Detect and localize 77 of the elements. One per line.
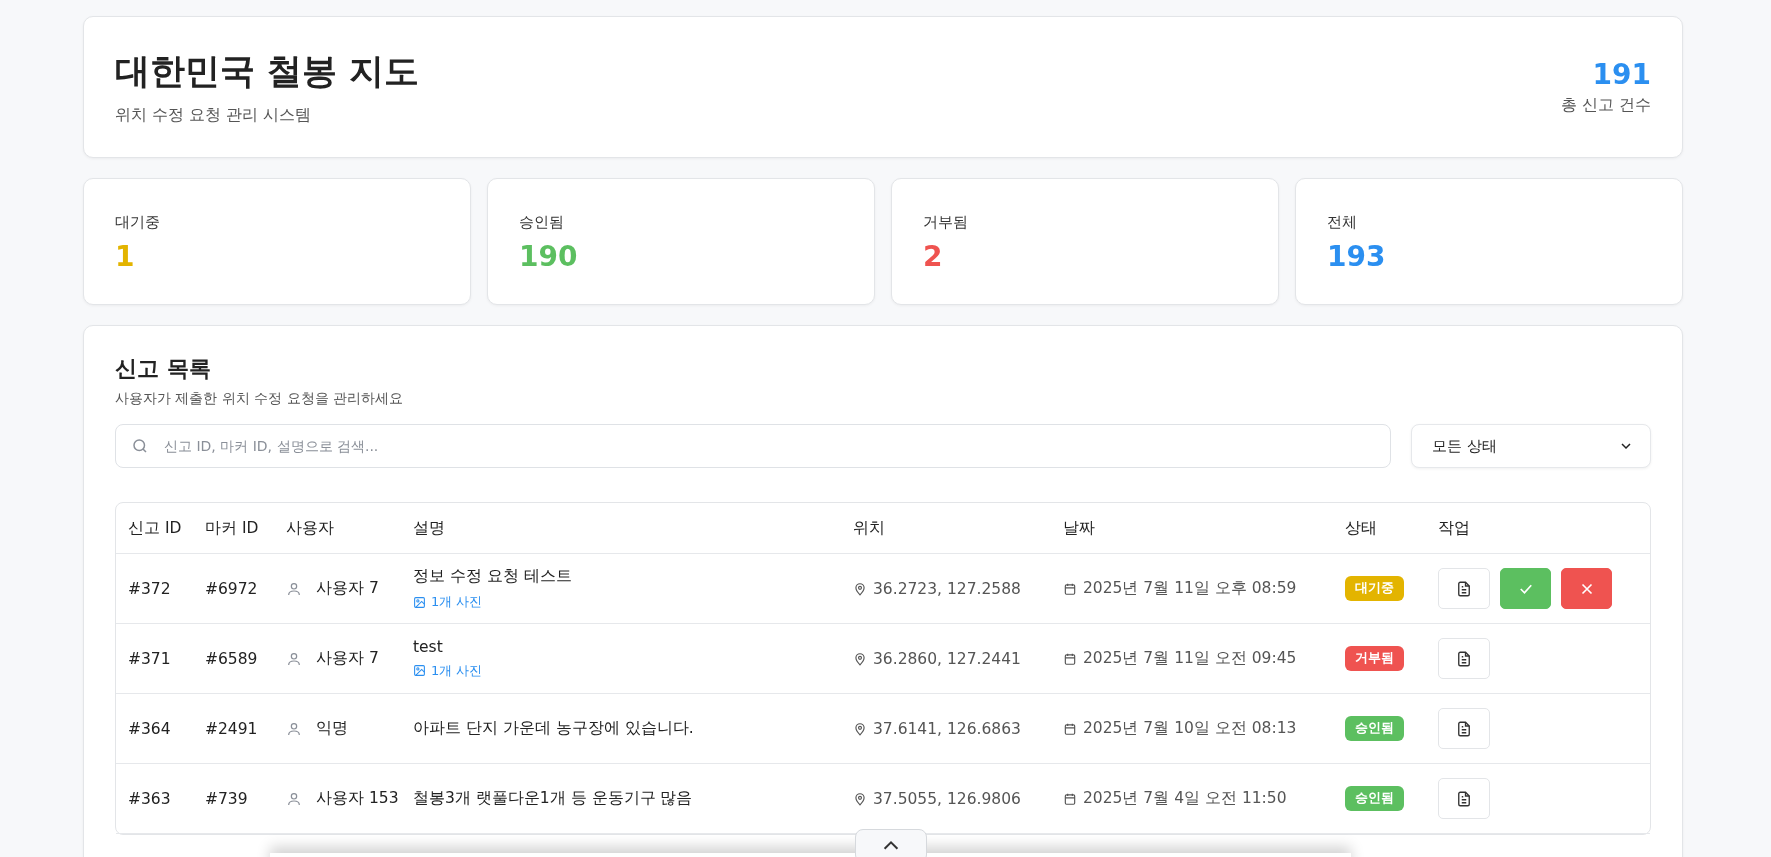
stat-value: 193 [1327,240,1387,273]
search-field[interactable]: 신고 ID, 마커 ID, 설명으로 검색... [115,424,1391,468]
location-text: 36.2860, 127.2441 [873,649,1021,668]
user-icon [286,580,302,597]
document-icon [1455,579,1473,598]
description: 정보 수정 요청 테스트 [413,566,572,587]
column-header: 신고 ID [128,517,183,539]
details-button[interactable] [1438,638,1490,679]
marker-id: #2491 [205,719,258,738]
total-count: 191 [1591,58,1651,91]
status-badge: 대기중 [1345,576,1404,601]
user-icon [286,650,302,667]
status-dropdown[interactable]: 모든 상태 [1411,424,1651,468]
stat-label: 승인됨 [519,213,565,232]
section-subtitle: 사용자가 제출한 위치 수정 요청을 관리하세요 [115,390,405,408]
stat-value: 190 [519,240,579,273]
stat-value: 1 [115,240,136,273]
image-icon [413,595,426,609]
pin-icon [853,791,867,806]
user-icon [286,790,302,807]
photo-link[interactable]: 1개 사진 [413,593,483,611]
calendar-icon [1063,581,1077,596]
status-badge: 거부됨 [1345,646,1404,671]
column-header: 마커 ID [205,517,260,539]
page-subtitle: 위치 수정 요청 관리 시스템 [115,105,313,126]
column-header: 사용자 [286,517,335,539]
page-title: 대한민국 철봉 지도 [115,50,420,93]
stat-label: 전체 [1327,213,1358,232]
location-text: 36.2723, 127.2588 [873,579,1021,598]
pin-icon [853,721,867,736]
user-name: 사용자 7 [316,648,379,669]
column-header: 작업 [1438,517,1471,539]
calendar-icon [1063,791,1077,806]
user-name: 사용자 7 [316,578,379,599]
location-text: 37.5055, 126.9806 [873,789,1021,808]
date-text: 2025년 7월 11일 오전 09:45 [1083,648,1297,669]
search-icon [131,437,149,455]
stat-label: 대기중 [115,213,161,232]
status-badge: 승인됨 [1345,716,1404,741]
location-text: 37.6141, 126.6863 [873,719,1021,738]
column-header: 설명 [413,517,446,539]
document-icon [1455,649,1473,668]
marker-id: #6972 [205,579,258,598]
details-button[interactable] [1438,708,1490,749]
user-name: 사용자 153 [316,788,399,809]
calendar-icon [1063,651,1077,666]
details-button[interactable] [1438,568,1490,609]
report-id: #371 [128,649,171,668]
document-icon [1455,789,1473,808]
calendar-icon [1063,721,1077,736]
marker-id: #6589 [205,649,258,668]
report-id: #363 [128,789,171,808]
marker-id: #739 [205,789,248,808]
report-id: #364 [128,719,171,738]
report-id: #372 [128,579,171,598]
document-icon [1455,719,1473,738]
date-text: 2025년 7월 10일 오전 08:13 [1083,718,1297,739]
image-icon [413,664,426,677]
total-label: 총 신고 건수 [1560,95,1651,116]
status-badge: 승인됨 [1345,786,1404,811]
stat-value: 2 [923,240,944,273]
date-text: 2025년 7월 4일 오전 11:50 [1083,788,1287,809]
details-button[interactable] [1438,778,1490,819]
pin-icon [853,651,867,666]
column-header: 상태 [1345,517,1378,539]
description: 철봉3개 랫풀다운1개 등 운동기구 많음 [413,788,693,809]
date-text: 2025년 7월 11일 오후 08:59 [1083,578,1297,599]
column-header: 위치 [853,517,886,539]
pin-icon [853,581,867,596]
column-header: 날짜 [1063,517,1096,539]
user-name: 익명 [316,718,348,739]
description: 아파트 단지 가운데 농구장에 있습니다. [413,718,694,739]
section-title: 신고 목록 [115,355,212,383]
user-icon [286,720,302,737]
stat-label: 거부됨 [923,213,969,232]
description: test [413,637,443,656]
photo-link[interactable]: 1개 사진 [413,661,483,680]
